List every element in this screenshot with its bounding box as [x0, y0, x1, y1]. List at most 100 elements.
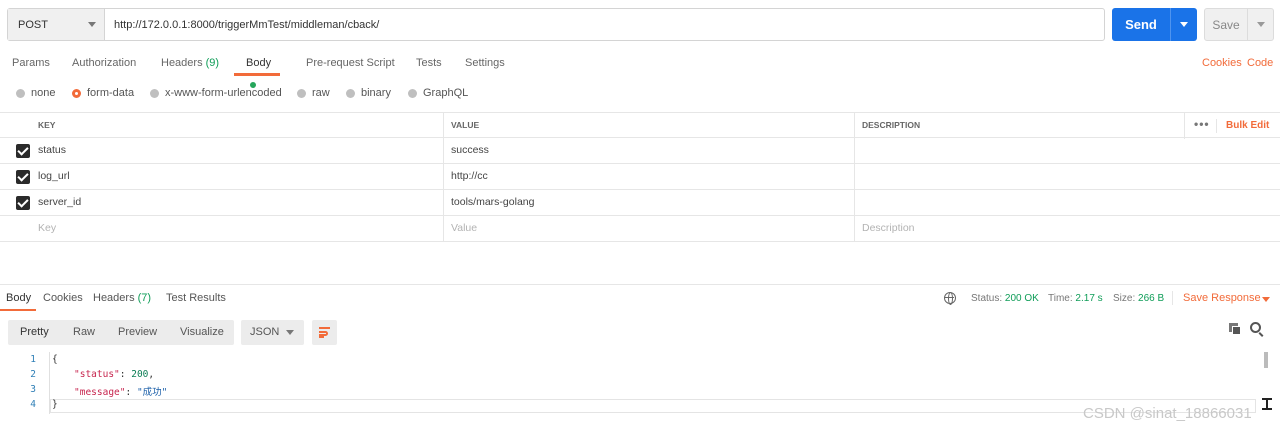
tab-params[interactable]: Params	[12, 52, 50, 76]
row-checkbox[interactable]	[16, 196, 30, 210]
response-status: Status: 200 OK	[971, 293, 1039, 304]
request-tabs: Params Authorization Headers (9) Body Pr…	[0, 52, 1280, 89]
radio-none[interactable]: none	[16, 87, 55, 99]
cookies-link[interactable]: Cookies	[1202, 52, 1242, 74]
radio-label: none	[31, 87, 56, 99]
table-header-row: KEY VALUE DESCRIPTION ••• Bulk Edit	[0, 112, 1280, 139]
radio-icon	[150, 88, 159, 98]
radio-binary[interactable]: binary	[346, 87, 391, 99]
size-label: Size:	[1113, 293, 1136, 304]
url-input[interactable]	[105, 9, 1104, 40]
status-label: Status:	[971, 293, 1003, 304]
json-key: "message"	[74, 387, 126, 398]
tab-label: Body	[246, 57, 272, 69]
tab-body[interactable]: Body	[234, 52, 280, 89]
view-visualize[interactable]: Visualize	[180, 320, 224, 345]
radio-label: binary	[361, 87, 391, 99]
line-number: 1	[30, 354, 36, 365]
save-label: Save	[1212, 17, 1240, 32]
row-description-cell[interactable]	[854, 190, 1184, 216]
row-checkbox[interactable]	[16, 170, 30, 184]
row-checkbox[interactable]	[16, 144, 30, 158]
row-description-cell[interactable]	[854, 164, 1184, 190]
response-tab-body[interactable]: Body	[6, 292, 31, 304]
format-select[interactable]: JSON	[241, 320, 304, 345]
code-line: {	[52, 354, 58, 365]
tab-label: Headers	[161, 57, 203, 69]
radio-selected-icon	[72, 88, 81, 98]
row-key-cell[interactable]: server_id	[30, 190, 444, 216]
tab-headers[interactable]: Headers (9)	[161, 52, 219, 76]
headers-count: (9)	[205, 57, 220, 69]
tab-prerequest-script[interactable]: Pre-request Script	[306, 52, 395, 76]
row-description-cell[interactable]	[854, 138, 1184, 164]
radio-form-data[interactable]: form-data	[72, 87, 134, 99]
search-icon[interactable]	[1250, 322, 1261, 333]
view-pretty[interactable]: Pretty	[20, 320, 49, 345]
radio-label: raw	[312, 87, 330, 99]
code-link[interactable]: Code	[1247, 52, 1273, 74]
radio-label: form-data	[87, 87, 135, 99]
json-number: 200	[131, 369, 149, 380]
row-value-cell[interactable]: http://cc	[443, 164, 855, 190]
copy-icon[interactable]	[1229, 323, 1241, 335]
tab-tests[interactable]: Tests	[416, 52, 442, 76]
divider	[1172, 291, 1173, 305]
line-number: 4	[30, 399, 36, 410]
response-tab-cookies[interactable]: Cookies	[43, 292, 83, 304]
radio-raw[interactable]: raw	[297, 87, 330, 99]
radio-icon	[16, 88, 25, 98]
column-divider	[1184, 113, 1185, 139]
save-options-button[interactable]	[1247, 9, 1273, 40]
radio-label: GraphQL	[423, 87, 469, 99]
line-number: 2	[30, 369, 36, 380]
body-type-options: none form-data x-www-form-urlencoded raw…	[0, 87, 600, 103]
send-options-button[interactable]	[1170, 8, 1197, 41]
response-time: Time: 2.17 s	[1048, 293, 1103, 304]
tab-authorization[interactable]: Authorization	[72, 52, 136, 76]
save-button[interactable]: Save	[1204, 8, 1274, 41]
response-body-editor[interactable]: 1 2 3 4 { "status": 200, "message": "成功"…	[0, 352, 1258, 416]
new-description-input[interactable]: Description	[854, 216, 1184, 242]
radio-icon	[297, 88, 306, 98]
wrap-lines-button[interactable]	[312, 320, 337, 345]
wrap-icon	[319, 327, 330, 329]
view-preview[interactable]: Preview	[118, 320, 157, 345]
view-raw[interactable]: Raw	[73, 320, 95, 345]
watermark: CSDN @sinat_18866031	[1083, 405, 1252, 422]
scrollbar[interactable]	[1264, 352, 1268, 368]
row-value-cell[interactable]: success	[443, 138, 855, 164]
column-divider	[1216, 119, 1217, 133]
radio-x-www-form-urlencoded[interactable]: x-www-form-urlencoded	[150, 87, 282, 99]
time-label: Time:	[1048, 293, 1073, 304]
request-url-bar: POST	[7, 8, 1105, 41]
table-row: server_id tools/mars-golang	[0, 190, 1280, 216]
response-header: Body Cookies Headers (7) Test Results St…	[0, 284, 1280, 311]
table-row: status success	[0, 138, 1280, 164]
new-value-input[interactable]: Value	[443, 216, 855, 242]
response-tab-test-results[interactable]: Test Results	[166, 292, 226, 304]
new-key-input[interactable]: Key	[30, 216, 444, 242]
row-key-cell[interactable]: log_url	[30, 164, 444, 190]
send-button[interactable]: Send	[1112, 8, 1197, 41]
globe-icon[interactable]	[944, 292, 956, 305]
column-header-key: KEY	[38, 120, 56, 130]
chevron-down-icon[interactable]	[1262, 297, 1270, 302]
bulk-edit-link[interactable]: Bulk Edit	[1226, 113, 1269, 138]
json-string: "成功"	[136, 387, 168, 398]
chevron-down-icon	[88, 22, 96, 27]
column-header-value: VALUE	[451, 120, 480, 130]
radio-graphql[interactable]: GraphQL	[408, 87, 468, 99]
method-label: POST	[18, 18, 48, 31]
chevron-down-icon	[1180, 22, 1188, 27]
more-options-icon[interactable]: •••	[1194, 113, 1210, 135]
response-tab-headers[interactable]: Headers (7)	[93, 292, 151, 304]
save-response-button[interactable]: Save Response	[1183, 292, 1261, 304]
status-value: 200 OK	[1004, 293, 1039, 304]
json-key: "status"	[74, 369, 120, 380]
row-value-cell[interactable]: tools/mars-golang	[443, 190, 855, 216]
row-key-cell[interactable]: status	[30, 138, 444, 164]
tab-settings[interactable]: Settings	[465, 52, 505, 76]
method-select[interactable]: POST	[8, 9, 105, 40]
tab-label: Tests	[416, 57, 442, 69]
